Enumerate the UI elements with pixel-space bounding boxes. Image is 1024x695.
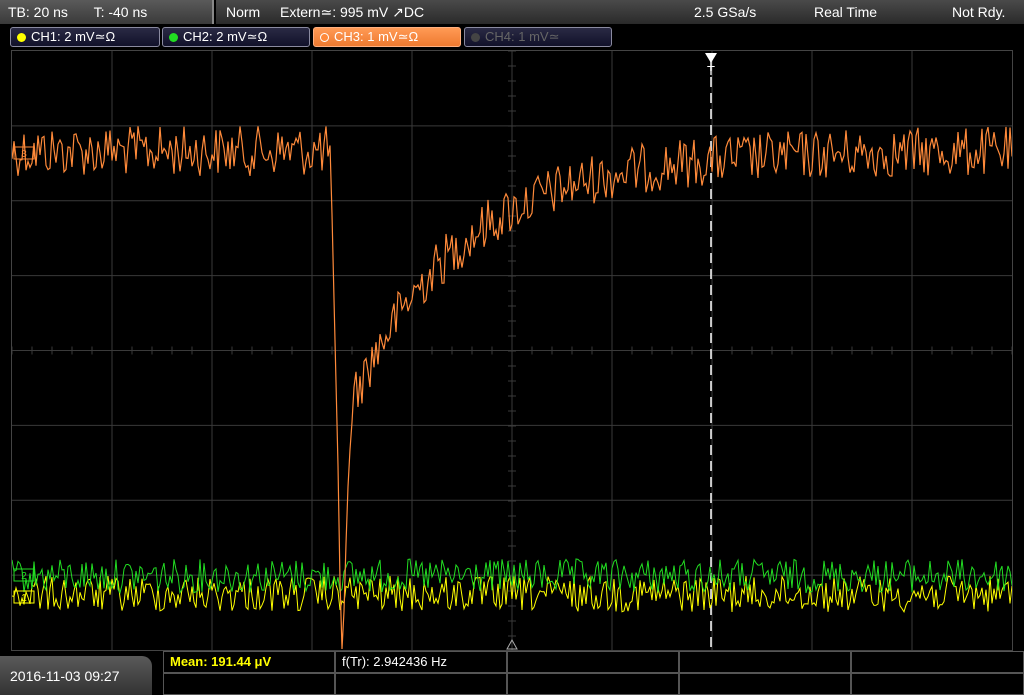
measurement-slot-10[interactable] bbox=[851, 673, 1024, 695]
waveform-svg: T 3 2 1 bbox=[12, 51, 1012, 650]
tab-ch2[interactable]: CH2: 2 mV≃Ω bbox=[162, 27, 310, 47]
sample-rate: 2.5 GSa/s bbox=[694, 4, 757, 20]
frequency-measurement[interactable]: f(Tr): 2.942436 Hz bbox=[335, 651, 507, 673]
measurement-slot-6[interactable] bbox=[163, 673, 335, 695]
trigger-arrow-icon[interactable] bbox=[705, 53, 717, 63]
timebase-value: TB: 20 ns bbox=[8, 4, 68, 20]
ch3-marker-label: 3 bbox=[21, 149, 27, 160]
measurement-slot-3[interactable] bbox=[507, 651, 679, 673]
ch2-label: CH2: 2 mV≃Ω bbox=[183, 29, 268, 44]
acquisition-status: Not Rdy. bbox=[952, 4, 1006, 20]
ch3-offset-marker[interactable]: 3 bbox=[13, 146, 35, 160]
trigger-mode: Norm bbox=[226, 4, 261, 20]
waveform-display[interactable]: T 3 2 1 bbox=[11, 50, 1013, 651]
ch4-indicator-icon bbox=[471, 33, 480, 42]
ch2-indicator-icon bbox=[169, 33, 178, 42]
datetime-display: 2016-11-03 09:27 bbox=[0, 656, 152, 695]
ch1-indicator-icon bbox=[17, 33, 26, 42]
ch3-indicator-icon bbox=[320, 33, 329, 42]
ch1-label: CH1: 2 mV≃Ω bbox=[31, 29, 116, 44]
tab-ch4[interactable]: CH4: 1 mV≃ bbox=[464, 27, 612, 47]
tab-ch1[interactable]: CH1: 2 mV≃Ω bbox=[10, 27, 160, 47]
measurement-slot-5[interactable] bbox=[851, 651, 1024, 673]
measurement-slot-9[interactable] bbox=[679, 673, 851, 695]
acquisition-mode: Real Time bbox=[814, 4, 878, 20]
status-bar: TB: 20 ns T: -40 ns Norm Extern≃: 995 mV… bbox=[0, 0, 1024, 24]
timebase-panel[interactable]: TB: 20 ns T: -40 ns bbox=[0, 0, 214, 24]
tab-ch3[interactable]: CH3: 1 mV≃Ω bbox=[313, 27, 461, 47]
ch2-marker-label: 2 bbox=[21, 571, 27, 582]
trigger-source: Extern≃: 995 mV ↗DC bbox=[280, 4, 425, 20]
channel-bar: CH1: 2 mV≃Ω CH2: 2 mV≃Ω CH3: 1 mV≃Ω CH4:… bbox=[0, 24, 1024, 50]
mean-measurement[interactable]: Mean: 191.44 μV bbox=[163, 651, 335, 673]
ch3-label: CH3: 1 mV≃Ω bbox=[334, 29, 419, 44]
ch4-label: CH4: 1 mV≃ bbox=[485, 29, 560, 44]
measurement-slot-7[interactable] bbox=[335, 673, 507, 695]
measurement-slot-8[interactable] bbox=[507, 673, 679, 695]
ch1-marker-label: 1 bbox=[21, 593, 27, 604]
graticule bbox=[12, 51, 1012, 650]
measurement-slot-4[interactable] bbox=[679, 651, 851, 673]
measurement-panel: Mean: 191.44 μV f(Tr): 2.942436 Hz bbox=[163, 651, 1024, 695]
trigger-label: T bbox=[707, 63, 715, 78]
trigger-offset-value: T: -40 ns bbox=[93, 4, 148, 20]
trigger-panel[interactable]: Norm Extern≃: 995 mV ↗DC 2.5 GSa/s Real … bbox=[216, 0, 1024, 24]
